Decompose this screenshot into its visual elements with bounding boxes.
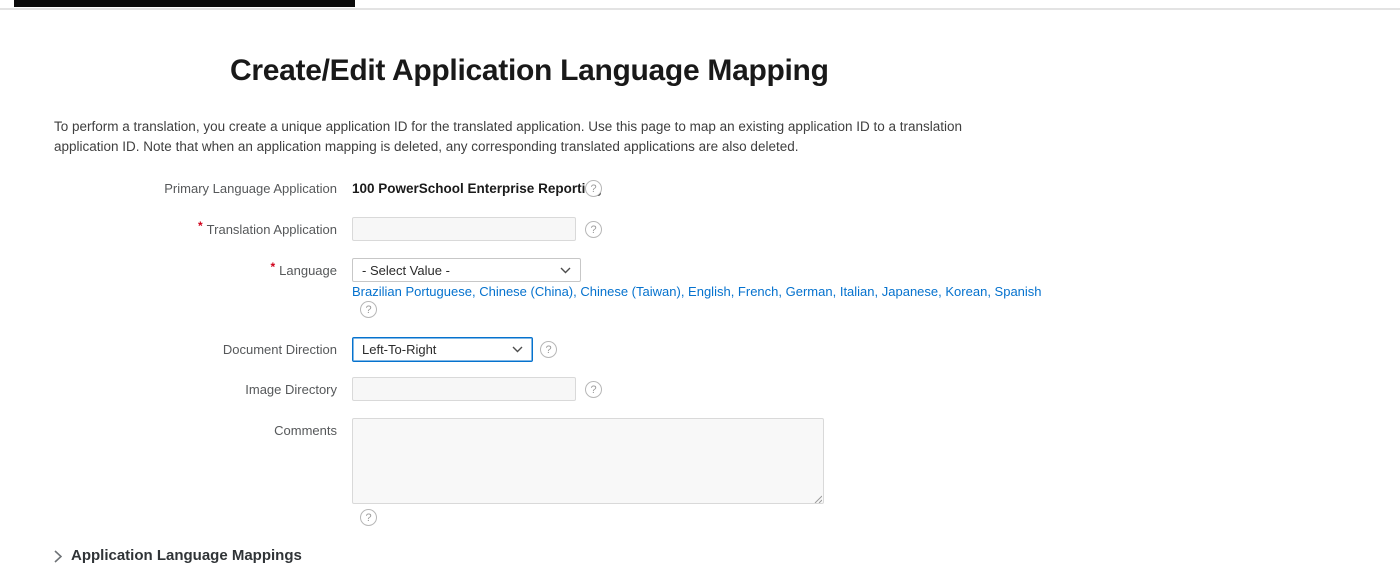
image-directory-label: Image Directory (0, 377, 337, 403)
required-marker: * (270, 260, 275, 274)
comments-label: Comments (0, 423, 337, 439)
primary-language-label: Primary Language Application (0, 178, 337, 200)
top-progress-bar (14, 0, 355, 7)
header-divider (0, 8, 1400, 10)
intro-line-1: To perform a translation, you create a u… (54, 117, 1014, 137)
intro-line-2: application ID. Note that when an applic… (54, 137, 1014, 157)
region-header-application-language-mappings[interactable]: Application Language Mappings (54, 547, 302, 564)
document-direction-label: Document Direction (0, 337, 337, 362)
document-direction-select[interactable]: Left-To-Right (352, 337, 533, 362)
document-direction-select-value: Left-To-Right (362, 342, 436, 357)
translation-application-label: *Translation Application (0, 217, 337, 243)
region-title: Application Language Mappings (71, 547, 302, 564)
primary-language-value: 100 PowerSchool Enterprise Reporting (352, 181, 602, 196)
chevron-down-icon (560, 267, 571, 274)
language-quick-pick-link[interactable]: Chinese (China) (479, 284, 573, 299)
help-icon[interactable]: ? (585, 381, 602, 398)
language-quick-pick-link[interactable]: German (786, 284, 833, 299)
chevron-down-icon (512, 346, 523, 353)
field-row-translation-application: *Translation Application ? (0, 217, 1400, 241)
required-marker: * (198, 219, 203, 233)
language-quick-pick-link[interactable]: Korean (945, 284, 987, 299)
help-icon[interactable]: ? (360, 301, 377, 318)
language-select-value: - Select Value - (362, 263, 450, 278)
language-quick-pick-link[interactable]: Japanese (882, 284, 938, 299)
field-row-image-directory: Image Directory ? (0, 377, 1400, 401)
language-quick-picks: Brazilian Portuguese, Chinese (China), C… (352, 284, 1042, 299)
help-icon[interactable]: ? (585, 180, 602, 197)
language-quick-pick-link[interactable]: English (688, 284, 731, 299)
image-directory-input[interactable] (352, 377, 576, 401)
field-row-primary-language: Primary Language Application 100 PowerSc… (0, 178, 1400, 200)
language-select[interactable]: - Select Value - (352, 258, 581, 282)
field-row-document-direction: Document Direction Left-To-Right ? (0, 337, 1400, 362)
language-quick-pick-link[interactable]: Spanish (995, 284, 1042, 299)
field-row-comments: Comments ? (0, 418, 1400, 528)
help-icon[interactable]: ? (540, 341, 557, 358)
language-quick-pick-link[interactable]: Italian (840, 284, 875, 299)
help-icon[interactable]: ? (360, 509, 377, 526)
comments-textarea[interactable] (352, 418, 824, 504)
language-quick-pick-link[interactable]: Chinese (Taiwan) (580, 284, 680, 299)
language-label: *Language (0, 258, 337, 284)
help-icon[interactable]: ? (585, 221, 602, 238)
intro-text: To perform a translation, you create a u… (54, 117, 1014, 157)
language-quick-pick-link[interactable]: Brazilian Portuguese (352, 284, 472, 299)
field-row-language: *Language - Select Value - Brazilian Por… (0, 258, 1400, 320)
translation-application-input[interactable] (352, 217, 576, 241)
chevron-right-icon (54, 550, 62, 563)
page-title: Create/Edit Application Language Mapping (230, 54, 829, 88)
language-quick-pick-link[interactable]: French (738, 284, 778, 299)
